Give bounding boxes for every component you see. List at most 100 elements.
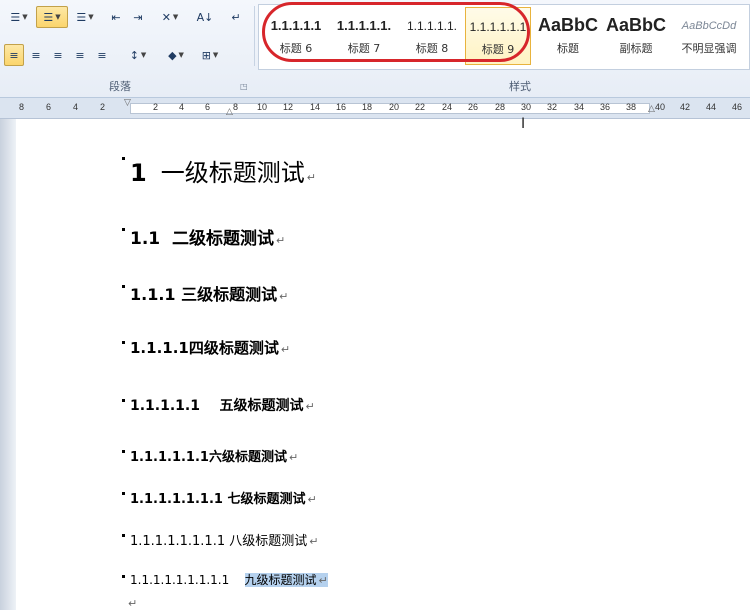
- heading-text: 五级标题测试: [219, 398, 304, 414]
- ruler-number: 4: [179, 102, 185, 112]
- sort-button[interactable]: A↓: [194, 6, 216, 28]
- paragraph-mark-icon: ↵: [306, 171, 316, 184]
- paragraph-bullet-icon: [122, 534, 125, 537]
- ribbon: ☰ ▼ ☰ ▼ ☰ ▼ ⇤ ⇥ ✕ ▼ A↓ ↵ ≡ ≡ ≡ ≡ ≡ ↕ ▼ ◆ ▼ ⊞ ▼: [0, 0, 750, 98]
- heading-7[interactable]: 1.1.1.1.1.1.1 七级标题测试 ↵: [122, 488, 317, 507]
- style-name: 副标题: [619, 42, 653, 55]
- ruler-number: 24: [442, 102, 453, 112]
- ruler-number: 26: [468, 102, 479, 112]
- paragraph-bullet-icon: [122, 399, 125, 402]
- align-left-button[interactable]: ≡: [4, 44, 24, 66]
- paragraph-mark-icon: ↵: [128, 597, 138, 610]
- show-marks-button[interactable]: ↵: [226, 6, 246, 28]
- show-marks-icon: ↵: [231, 10, 241, 24]
- text-cursor-icon: I: [521, 116, 526, 132]
- numbering-button[interactable]: ☰ ▼: [36, 6, 68, 28]
- paragraph-dialog-launcher-icon[interactable]: ◳: [240, 82, 248, 91]
- selected-heading-text[interactable]: 九级标题测试 ↵: [244, 573, 328, 587]
- align-right-button[interactable]: ≡: [48, 44, 68, 66]
- ruler-number: 20: [389, 102, 400, 112]
- heading-9[interactable]: 1.1.1.1.1.1.1.1.1 九级标题测试 ↵: [122, 571, 328, 588]
- ruler-number: 16: [336, 102, 347, 112]
- heading-3[interactable]: 1.1.1 三级标题测试 ↵: [122, 281, 288, 305]
- multilevel-list-icon: ☰: [76, 10, 87, 24]
- ruler-number: 8: [233, 102, 239, 112]
- align-right-icon: ≡: [53, 48, 63, 62]
- styles-group-label: 样式: [509, 80, 531, 93]
- align-center-button[interactable]: ≡: [26, 44, 46, 66]
- ruler-number: 6: [205, 102, 211, 112]
- style-name: 不明显强调: [681, 42, 737, 55]
- ruler-number: 28: [495, 102, 506, 112]
- heading-5[interactable]: 1.1.1.1.1 五级标题测试 ↵: [122, 395, 315, 415]
- style-preview: AaBbC: [537, 15, 598, 35]
- paragraph-mark-icon: ↵: [305, 400, 315, 413]
- decrease-indent-icon: ⇤: [111, 10, 121, 24]
- paragraph-mark-icon: ↵: [280, 343, 291, 356]
- distributed-icon: ≡: [97, 48, 107, 62]
- justify-button[interactable]: ≡: [70, 44, 90, 66]
- ruler-number: 2: [153, 102, 159, 112]
- heading-4[interactable]: 1.1.1.1四级标题测试 ↵: [122, 337, 290, 358]
- multilevel-list-button[interactable]: ☰ ▼: [70, 6, 100, 28]
- heading-text: 一级标题测试: [160, 159, 305, 187]
- paragraph-bullet-icon: [122, 492, 125, 495]
- ruler-number: 12: [283, 102, 294, 112]
- style-subtle-emphasis[interactable]: AaBbCcDd 不明显强调: [671, 7, 747, 65]
- heading-6[interactable]: 1.1.1.1.1.1六级标题测试 ↵: [122, 446, 298, 465]
- heading-number: 1.1.1.1.1.1.1.1: [130, 534, 226, 549]
- paragraph-mark-icon: ↵: [309, 535, 319, 548]
- ruler-number: 18: [362, 102, 373, 112]
- sort-icon: A↓: [196, 10, 214, 24]
- document-page[interactable]: [0, 119, 750, 610]
- paragraph-mark-icon: ↵: [279, 290, 289, 303]
- distributed-button[interactable]: ≡: [92, 44, 112, 66]
- heading-1[interactable]: 1 一级标题测试 ↵: [122, 153, 316, 188]
- ruler-number: 36: [600, 102, 611, 112]
- increase-indent-button[interactable]: ⇥: [128, 6, 148, 28]
- shading-button[interactable]: ◆ ▼: [162, 44, 190, 66]
- paragraph-bullet-icon: [122, 157, 125, 160]
- heading-text: 八级标题测试: [229, 534, 308, 549]
- heading-text: 九级标题测试: [244, 573, 317, 587]
- heading-text: 二级标题测试: [171, 229, 274, 249]
- paragraph-bullet-icon: [122, 285, 125, 288]
- bullets-button[interactable]: ☰ ▼: [4, 6, 34, 28]
- chinese-layout-button[interactable]: ✕ ▼: [156, 6, 184, 28]
- borders-icon: ⊞: [201, 48, 211, 62]
- right-indent-marker-icon[interactable]: △: [648, 104, 655, 114]
- heading-8[interactable]: 1.1.1.1.1.1.1.1 八级标题测试 ↵: [122, 530, 318, 549]
- heading-2[interactable]: 1.1 二级标题测试 ↵: [122, 224, 285, 249]
- ruler-number: 30: [521, 102, 532, 112]
- ruler-number: 14: [310, 102, 321, 112]
- style-title[interactable]: AaBbC 标题: [535, 7, 601, 65]
- style-preview: AaBbCcDd: [681, 20, 737, 32]
- ruler-number: 6: [46, 102, 52, 112]
- highlight-oval-annotation: [262, 2, 530, 62]
- heading-number: 1.1.1.1.1.1.1: [130, 492, 223, 507]
- hanging-indent-marker-icon[interactable]: △: [226, 107, 233, 117]
- paragraph-mark-icon: ↵: [275, 234, 286, 247]
- style-subtitle[interactable]: AaBbC 副标题: [603, 7, 669, 65]
- heading-number: 1.1: [130, 229, 161, 249]
- bullets-icon: ☰: [10, 10, 21, 24]
- decrease-indent-button[interactable]: ⇤: [106, 6, 126, 28]
- heading-number: 1.1.1.1: [130, 339, 189, 357]
- shading-icon: ◆: [168, 48, 177, 62]
- chinese-layout-icon: ✕: [161, 10, 171, 24]
- borders-button[interactable]: ⊞ ▼: [196, 44, 224, 66]
- ruler-number: 8: [19, 102, 25, 112]
- first-line-indent-marker-icon[interactable]: ▽: [124, 98, 131, 108]
- ruler-number: 10: [257, 102, 268, 112]
- heading-text: 三级标题测试: [181, 285, 278, 304]
- paragraph-bullet-icon: [122, 575, 125, 578]
- line-spacing-button[interactable]: ↕ ▼: [124, 44, 152, 66]
- heading-number: 1.1.1.1.1: [130, 398, 200, 414]
- ruler-number: 4: [73, 102, 79, 112]
- horizontal-ruler[interactable]: 8 6 4 2 ▽ △ 2 4 6 8 10 12 14 16 18 20 22…: [0, 98, 750, 119]
- ruler-number: 44: [706, 102, 717, 112]
- ruler-number: 40: [655, 102, 666, 112]
- paragraph-bullet-icon: [122, 450, 125, 453]
- align-left-icon: ≡: [9, 48, 19, 62]
- paragraph-mark-icon: ↵: [307, 493, 317, 506]
